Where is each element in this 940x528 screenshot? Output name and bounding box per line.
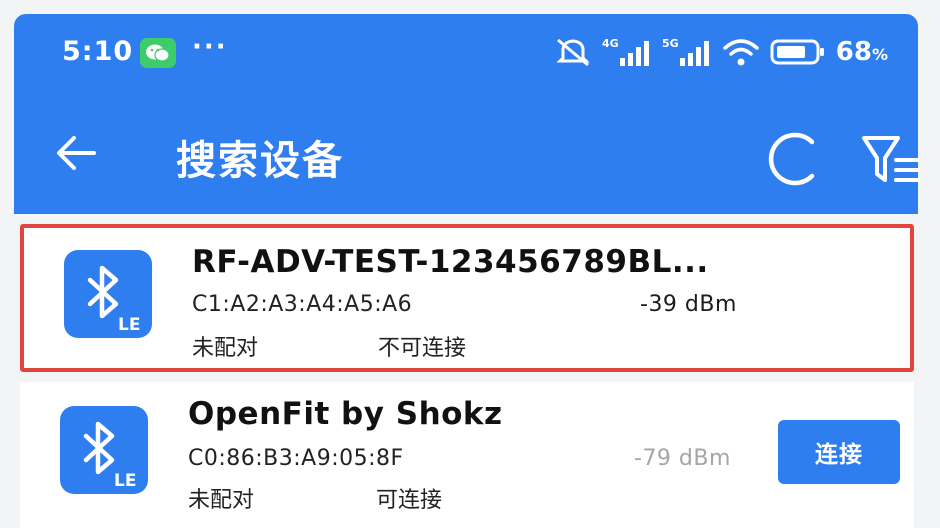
bluetooth-le-icon: LE bbox=[60, 406, 148, 494]
device-rssi: -39 dBm bbox=[640, 292, 737, 317]
status-icons: 4G 5G 68% bbox=[554, 34, 888, 70]
device-connectable-status: 不可连接 bbox=[378, 336, 467, 361]
connect-button[interactable]: 连接 bbox=[778, 420, 900, 484]
device-connectable-status: 可连接 bbox=[376, 488, 443, 513]
status-time: 5:10 bbox=[62, 36, 134, 67]
svg-text:LE: LE bbox=[114, 471, 136, 491]
device-mac-address: C1:A2:A3:A4:A5:A6 bbox=[192, 292, 413, 317]
signal-5g-icon: 5G bbox=[662, 37, 709, 66]
back-arrow-icon[interactable] bbox=[54, 130, 100, 176]
device-name: OpenFit by Shokz bbox=[188, 396, 503, 432]
signal-4g-icon: 4G bbox=[602, 37, 649, 66]
battery-percent: 68% bbox=[835, 37, 888, 67]
svg-text:5G: 5G bbox=[662, 37, 679, 50]
device-list-item[interactable]: LE OpenFit by Shokz C0:86:B3:A9:05:8F -7… bbox=[20, 382, 914, 528]
bluetooth-le-icon: LE bbox=[64, 250, 152, 338]
more-notifications-indicator: ··· bbox=[192, 32, 228, 62]
page-title: 搜索设备 bbox=[176, 138, 344, 184]
device-name: RF-ADV-TEST-123456789BL... bbox=[192, 244, 709, 280]
filter-icon[interactable] bbox=[860, 132, 922, 190]
battery-icon bbox=[770, 39, 824, 65]
app-bar: 5:10 ··· 4G 5G 68% 搜索设备 bbox=[14, 14, 920, 214]
svg-text:LE: LE bbox=[118, 315, 140, 335]
device-list-item[interactable]: LE RF-ADV-TEST-123456789BL... C1:A2:A3:A… bbox=[20, 224, 914, 372]
device-bond-state: 未配对 bbox=[188, 488, 255, 513]
wifi-icon bbox=[723, 39, 759, 66]
mute-icon bbox=[556, 38, 590, 67]
device-bond-state: 未配对 bbox=[192, 336, 259, 361]
svg-text:4G: 4G bbox=[602, 37, 619, 50]
screen: 5:10 ··· 4G 5G 68% 搜索设备 LE RF-ADV-TEST-1… bbox=[0, 0, 940, 528]
refresh-icon[interactable] bbox=[766, 130, 824, 188]
wechat-notification-icon bbox=[140, 38, 176, 68]
device-rssi: -79 dBm bbox=[634, 446, 731, 471]
device-mac-address: C0:86:B3:A9:05:8F bbox=[188, 446, 404, 471]
